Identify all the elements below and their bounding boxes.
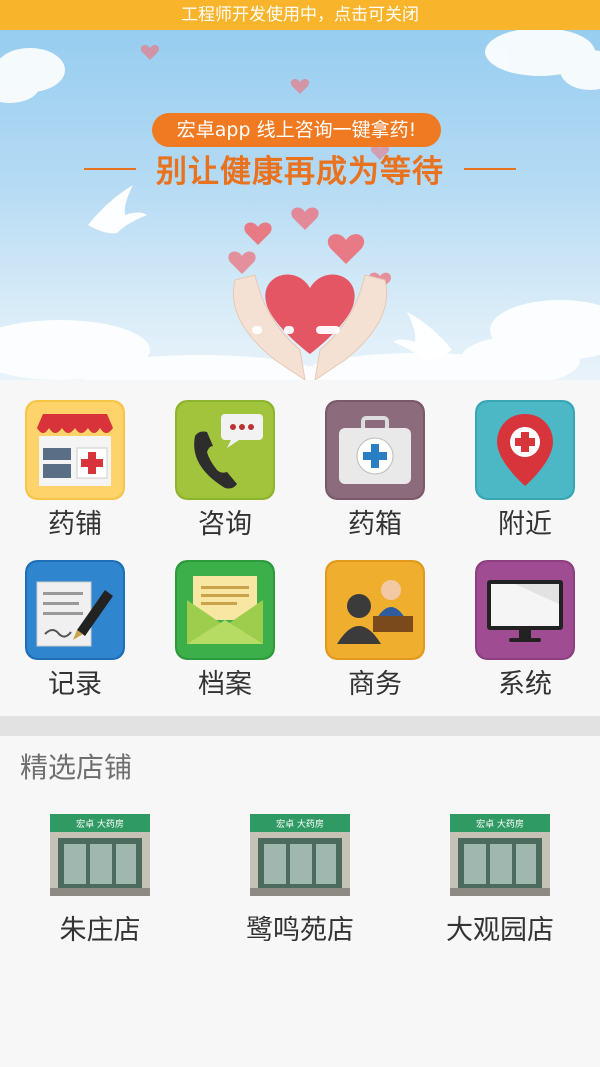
store-sign-text: 宏卓 大药房 xyxy=(276,818,324,830)
phone-chat-icon xyxy=(175,400,275,500)
promo-banner[interactable]: 宏卓app 线上咨询一键拿药! 别让健康再成为等待 xyxy=(0,30,600,380)
store-card-daguanyuan[interactable]: 宏卓 大药房 大观园店 xyxy=(400,814,600,954)
store-photo: 宏卓 大药房 xyxy=(450,814,550,896)
featured-stores-title: 精选店铺 xyxy=(20,751,133,784)
menu-label-system: 系统 xyxy=(498,669,552,700)
carousel-dot-1[interactable] xyxy=(252,326,262,334)
medicine-kit-icon xyxy=(325,400,425,500)
store-name: 朱庄店 xyxy=(59,915,141,946)
banner-pill: 宏卓app 线上咨询一键拿药! xyxy=(152,113,441,147)
menu-item-consult[interactable]: 咨询 xyxy=(150,380,300,540)
store-card-luming[interactable]: 宏卓 大药房 鹭鸣苑店 xyxy=(200,814,400,954)
store-card-zhuzhuang[interactable]: 宏卓 大药房 朱庄店 xyxy=(0,814,200,954)
menu-label-business: 商务 xyxy=(348,669,402,700)
pharmacy-store-icon xyxy=(25,400,125,500)
menu-label-archive: 档案 xyxy=(198,669,252,700)
menu-item-medicine-kit[interactable]: 药箱 xyxy=(300,380,450,540)
menu-item-business[interactable]: 商务 xyxy=(300,540,450,700)
document-pen-icon xyxy=(25,560,125,660)
store-name: 鹭鸣苑店 xyxy=(246,915,354,946)
carousel-dot-3-active[interactable] xyxy=(316,326,340,334)
store-photo: 宏卓 大药房 xyxy=(50,814,150,896)
function-menu-grid: 药铺 咨询 药箱 附近 记录 档案 商务 系统 xyxy=(0,380,600,716)
store-sign-text: 宏卓 大药房 xyxy=(76,818,124,830)
menu-item-records[interactable]: 记录 xyxy=(0,540,150,700)
featured-stores-section: 精选店铺 宏卓 大药房 朱庄店 宏卓 大药房 鹭鸣苑店 宏卓 大药房 大观园店 xyxy=(0,736,600,1067)
menu-label-medicine-kit: 药箱 xyxy=(348,509,402,540)
developer-notice-text: 工程师开发使用中，点击可关闭 xyxy=(181,5,419,25)
menu-label-records: 记录 xyxy=(48,669,102,700)
menu-label-nearby: 附近 xyxy=(498,509,552,540)
location-pin-icon xyxy=(475,400,575,500)
menu-item-nearby[interactable]: 附近 xyxy=(450,380,600,540)
store-photo: 宏卓 大药房 xyxy=(250,814,350,896)
menu-item-archive[interactable]: 档案 xyxy=(150,540,300,700)
developer-notice-bar[interactable]: 工程师开发使用中，点击可关闭 xyxy=(0,0,600,30)
carousel-indicator xyxy=(0,326,600,336)
business-meeting-icon xyxy=(325,560,425,660)
menu-label-pharmacy: 药铺 xyxy=(48,509,102,540)
banner-slogan: 别让健康再成为等待 xyxy=(156,154,444,190)
section-divider xyxy=(0,716,600,736)
store-name: 大观园店 xyxy=(446,915,554,946)
menu-item-system[interactable]: 系统 xyxy=(450,540,600,700)
menu-label-consult: 咨询 xyxy=(198,509,252,540)
envelope-icon xyxy=(175,560,275,660)
store-sign-text: 宏卓 大药房 xyxy=(476,818,524,830)
menu-item-pharmacy[interactable]: 药铺 xyxy=(0,380,150,540)
monitor-icon xyxy=(475,560,575,660)
carousel-dot-2[interactable] xyxy=(284,326,294,334)
